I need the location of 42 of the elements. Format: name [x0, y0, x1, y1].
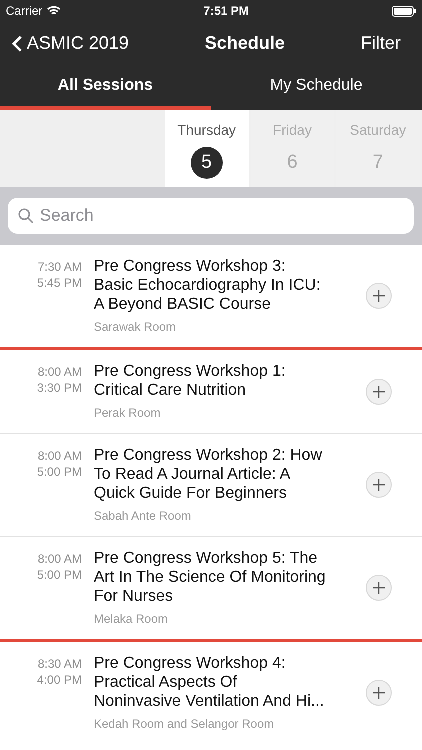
- add-button[interactable]: [366, 575, 392, 601]
- start-time: 8:00 AM: [38, 364, 82, 380]
- end-time: 5:00 PM: [37, 567, 82, 583]
- plus-icon: [373, 582, 385, 594]
- room-label: Perak Room: [94, 406, 162, 421]
- room-label: Kedah Room and Selangor Room: [94, 717, 276, 732]
- wifi-icon: [46, 6, 61, 16]
- start-time: 8:00 AM: [38, 448, 82, 464]
- screen-title: Schedule: [205, 32, 286, 55]
- plus-icon: [373, 290, 385, 302]
- start-time: 8:30 AM: [38, 656, 82, 672]
- add-button[interactable]: [366, 283, 392, 309]
- room-label: Sabah Ante Room: [94, 509, 192, 524]
- plus-icon: [373, 687, 385, 699]
- end-time: 3:30 PM: [37, 380, 82, 396]
- room-label: Melaka Room: [94, 612, 170, 627]
- end-time: 5:00 PM: [37, 464, 82, 480]
- session-title: Pre Congress Workshop 4: Practical Aspects Of Noninvasive Ventilation And Hi...: [94, 654, 326, 711]
- chevron-left-icon: [12, 34, 23, 52]
- add-button[interactable]: [366, 472, 392, 498]
- carrier-label: Carrier: [6, 3, 43, 20]
- clock-label: 7:51 PM: [204, 3, 250, 20]
- session-title: Pre Congress Workshop 3: Basic Echocardiography In ICU: A Beyond BASIC Course: [94, 257, 322, 314]
- search-field[interactable]: Search: [8, 198, 414, 234]
- add-button[interactable]: [366, 378, 392, 404]
- room-label: Sarawak Room: [94, 320, 178, 335]
- end-time: 4:00 PM: [37, 672, 82, 688]
- search-icon: [18, 208, 34, 224]
- plus-icon: [373, 479, 385, 491]
- filter-button[interactable]: Filter: [361, 30, 410, 57]
- session-title: Pre Congress Workshop 1: Critical Care Nutrition: [94, 362, 287, 400]
- add-button[interactable]: [366, 680, 392, 706]
- session-title: Pre Congress Workshop 2: How To Read A Journal Article: A Quick Guide For Beginners: [94, 446, 324, 503]
- plus-icon: [373, 386, 385, 398]
- start-time: 7:30 AM: [38, 259, 82, 275]
- session-title: Pre Congress Workshop 5: The Art In The Science Of Monitoring For Nurses: [94, 549, 326, 606]
- day-tab[interactable]: Thursday 5: [165, 110, 249, 187]
- end-time: 5:45 PM: [37, 275, 82, 291]
- start-time: 8:00 AM: [38, 551, 82, 567]
- battery-icon: [392, 6, 416, 16]
- back-button[interactable]: ASMIC 2019: [12, 30, 130, 57]
- tab[interactable]: My Schedule: [211, 65, 422, 110]
